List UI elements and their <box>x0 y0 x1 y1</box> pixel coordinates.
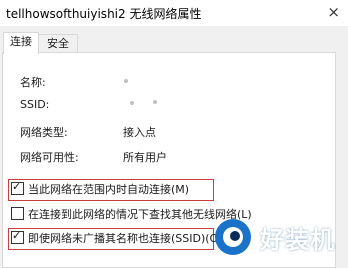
connect-hidden-ssid-label: 即使网络未广播其名称也连接(SSID)(O) <box>28 232 223 245</box>
close-icon[interactable]: × <box>327 3 340 21</box>
name-label: 名称: <box>20 76 46 89</box>
auto-connect-checkbox[interactable]: ✓ 当此网络在范围内时自动连接(M) <box>11 180 190 198</box>
checkbox-box[interactable]: ✓ <box>11 229 24 244</box>
network-availability-label: 网络可用性: <box>20 151 79 164</box>
redacted-ssid-mark <box>153 100 157 104</box>
watermark-text: 好装机 <box>260 226 335 254</box>
ssid-label: SSID: <box>20 98 50 111</box>
redacted-name-mark <box>124 79 128 83</box>
title-bar: tellhowsofthuiyishi2 无线网络属性 × <box>0 0 348 26</box>
network-type-label: 网络类型: <box>20 126 68 139</box>
network-availability-value: 所有用户 <box>123 151 167 164</box>
checkmark-icon: ✓ <box>12 180 22 193</box>
checkmark-icon: ✓ <box>12 229 22 242</box>
watermark: 好装机 <box>214 212 348 266</box>
connect-hidden-ssid-checkbox[interactable]: ✓ 即使网络未广播其名称也连接(SSID)(O) <box>11 229 223 247</box>
checkbox-box[interactable] <box>11 207 24 220</box>
auto-connect-label: 当此网络在范围内时自动连接(M) <box>28 183 190 196</box>
network-type-value: 接入点 <box>123 126 156 139</box>
tab-connection[interactable]: 连接 <box>3 32 39 54</box>
watermark-logo-icon <box>215 219 251 255</box>
tab-bar: 连接 安全 <box>0 30 348 54</box>
window-title: tellhowsofthuiyishi2 无线网络属性 <box>6 7 202 21</box>
checkbox-box[interactable]: ✓ <box>11 180 24 195</box>
redacted-ssid-mark <box>130 101 134 105</box>
tab-security[interactable]: 安全 <box>38 34 78 53</box>
